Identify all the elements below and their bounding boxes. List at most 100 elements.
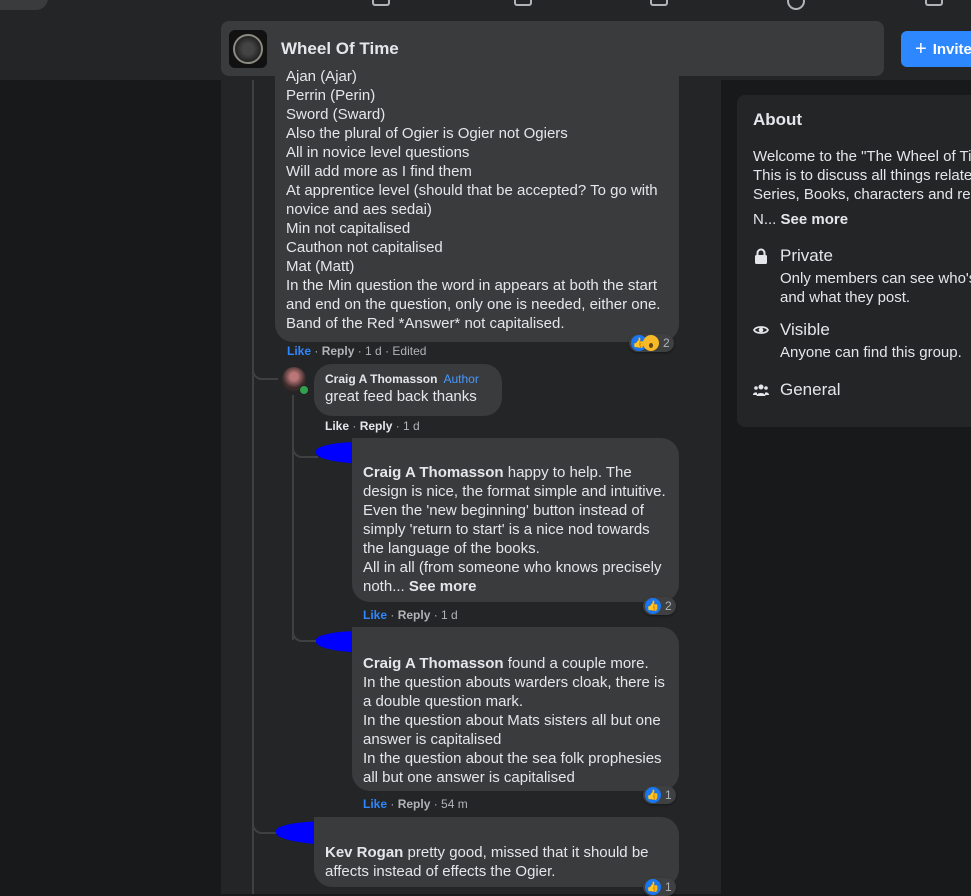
comment-bubble: Kev Rogan pretty good, missed that it sh… — [314, 817, 679, 887]
comment-line: Will add more as I find them — [286, 163, 472, 180]
comment-text: affects instead of effects the Ogier. — [325, 862, 668, 881]
visibility-description: Anyone can find this group. — [780, 344, 962, 361]
comment-text: happy to help. The — [503, 464, 632, 481]
about-panel: About Welcome to the "The Wheel of Ti Thi… — [737, 95, 971, 427]
privacy-description: Only members can see who's and what they … — [780, 269, 971, 307]
reaction-count: 1 — [665, 880, 672, 894]
comment-line: all but one answer is capitalised — [363, 769, 575, 786]
reply-link[interactable]: Reply — [322, 344, 355, 358]
comment-time[interactable]: 54 m — [441, 797, 468, 811]
mention-link[interactable]: Kev Rogan — [325, 844, 403, 861]
comment-line: In the question about Mats sisters all b… — [363, 712, 661, 729]
comment-author[interactable]: Craig A Thomasson — [325, 372, 437, 386]
about-title: About — [753, 110, 803, 129]
comment-first-line: Kev Rogan pretty good, missed that it sh… — [325, 843, 668, 862]
visibility-title: Visible — [780, 320, 830, 339]
comment-actions: Like · Reply · 1 d · Edited — [287, 344, 427, 358]
about-ellipsis: N... — [753, 211, 777, 228]
comment-text: design is nice, the format simple and in… — [363, 482, 668, 577]
see-more-link[interactable]: See more — [409, 578, 477, 595]
thread-connector — [292, 436, 318, 458]
like-link[interactable]: Like — [287, 344, 311, 358]
comment-line: answer is capitalised — [363, 731, 502, 748]
reaction-summary[interactable]: 👍 2 — [643, 597, 676, 615]
nav-icon[interactable] — [514, 0, 532, 6]
like-reaction-icon: 👍 — [645, 879, 661, 895]
comment-line: Cauthon not capitalised — [286, 239, 443, 256]
privacy-title: Private — [780, 246, 833, 265]
comment-text: found a couple more. — [503, 655, 649, 672]
reaction-count: 2 — [663, 336, 670, 350]
comment-actions: Like · Reply · 54 m — [363, 797, 468, 811]
comment-actions: Like · Reply · 1 d — [363, 608, 458, 622]
reply-link[interactable]: Reply — [360, 419, 393, 433]
thread-connector — [252, 358, 278, 380]
comment-line: Min not capitalised — [286, 220, 411, 237]
comment-text: pretty good, missed that it should be — [403, 844, 649, 861]
general-title: General — [780, 380, 841, 399]
like-link[interactable]: Like — [363, 797, 387, 811]
comment-line: Ajan (Ajar) — [286, 68, 357, 85]
like-reaction-icon: 👍 — [645, 598, 661, 614]
about-description-line: This is to discuss all things relatec — [753, 167, 971, 184]
about-description-line: Welcome to the "The Wheel of Ti — [753, 148, 971, 165]
author-badge: Author — [443, 372, 479, 386]
privacy-description-line: Only members can see who's — [780, 270, 971, 287]
comment-line: simply 'return to start' is a nice nod t… — [363, 521, 650, 538]
reply-link[interactable]: Reply — [398, 797, 431, 811]
about-description: Welcome to the "The Wheel of Ti This is t… — [753, 147, 971, 204]
reaction-summary[interactable]: 👍 1 — [643, 786, 676, 804]
comment-line: At apprentice level (should that be acce… — [286, 182, 658, 199]
group-logo — [229, 29, 267, 68]
group-title: Wheel Of Time — [281, 38, 399, 58]
about-see-more-line: N... See more — [753, 211, 848, 228]
comment-time[interactable]: 1 d — [365, 344, 382, 358]
see-more-link[interactable]: See more — [781, 211, 849, 228]
reaction-summary[interactable]: 👍 2 — [629, 334, 674, 352]
eye-icon — [753, 326, 769, 334]
comment-time[interactable]: 1 d — [441, 608, 458, 622]
comment-line: Also the plural of Ogier is Ogier not Og… — [286, 125, 568, 142]
thread-line — [252, 80, 254, 894]
comment-text: Ajan (Ajar) Perrin (Perin) Sword (Sward) Al… — [286, 67, 668, 333]
privacy-description-line: and what they post. — [780, 289, 911, 306]
like-link[interactable]: Like — [325, 419, 349, 433]
thread-connector — [252, 812, 278, 834]
comment-text: great feed back thanks — [325, 388, 477, 405]
comment-line: the language of the books. — [363, 540, 540, 557]
nav-icon[interactable] — [650, 0, 668, 6]
plus-icon: + — [915, 37, 927, 60]
comment-first-line: Craig A Thomasson found a couple more. — [363, 654, 668, 673]
nav-icon[interactable] — [372, 0, 390, 6]
mention-link[interactable]: Craig A Thomasson — [363, 655, 504, 672]
comment-author-line: Craig A Thomasson Author — [325, 371, 491, 387]
thread-connector — [292, 620, 318, 642]
wow-reaction-icon — [643, 335, 659, 351]
comment-line: In the question abouts warders cloak, th… — [363, 674, 665, 691]
comment-actions: Like · Reply · 1 d — [325, 419, 420, 433]
nav-icon[interactable] — [787, 0, 805, 10]
comment-line: Even the 'new beginning' button instead … — [363, 502, 644, 519]
mention-link[interactable]: Craig A Thomasson — [363, 464, 504, 481]
invite-label: Invite — [932, 40, 971, 58]
top-nav — [0, 0, 971, 10]
nav-icon[interactable] — [925, 0, 943, 6]
reaction-count: 2 — [665, 599, 672, 613]
about-description-line: Series, Books, characters and rela — [753, 186, 971, 203]
comment-bubble: Ajan (Ajar) Perrin (Perin) Sword (Sward) Al… — [275, 62, 679, 342]
invite-button[interactable]: + Invite — [901, 31, 971, 67]
like-link[interactable]: Like — [363, 608, 387, 622]
search-pill[interactable] — [0, 0, 48, 10]
reply-link[interactable]: Reply — [398, 608, 431, 622]
comment-bubble: Craig A Thomasson found a couple more. I… — [352, 627, 679, 791]
comment-last-line: noth... See more — [363, 577, 668, 596]
online-status-icon — [299, 385, 309, 395]
comment-text: In the question abouts warders cloak, th… — [363, 673, 668, 787]
comment-line: All in all (from someone who knows preci… — [363, 559, 662, 576]
comment-time[interactable]: 1 d — [403, 419, 420, 433]
comment-line: and end on the question, only one is nee… — [286, 296, 661, 313]
reaction-summary[interactable]: 👍 1 — [643, 878, 676, 896]
reaction-count: 1 — [665, 788, 672, 802]
lock-icon — [755, 248, 767, 264]
comment-text: noth... — [363, 578, 405, 595]
